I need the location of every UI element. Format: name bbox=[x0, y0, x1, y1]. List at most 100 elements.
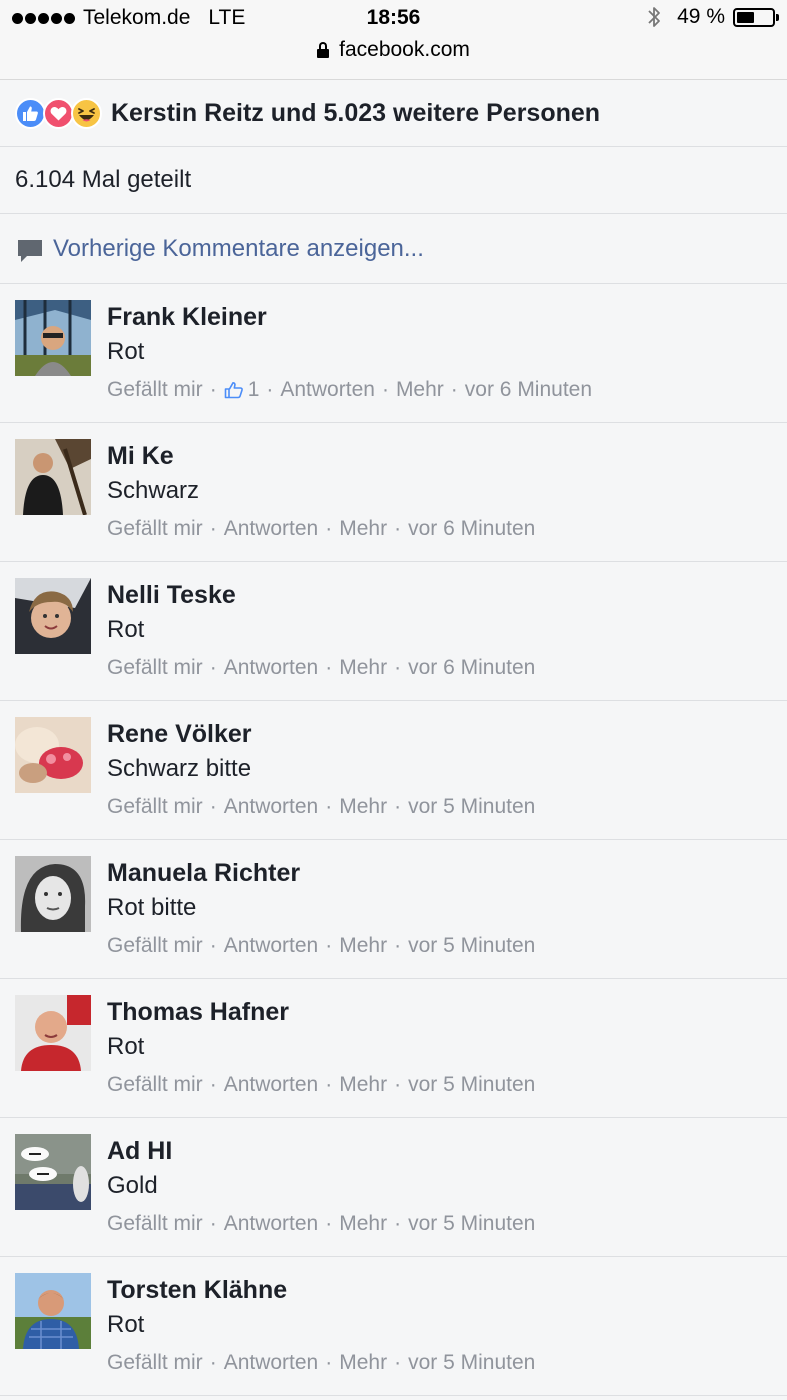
comment-text: Rot bbox=[107, 1033, 145, 1060]
comment-author[interactable]: Thomas Hafner bbox=[107, 998, 289, 1027]
comment-item: Frank Kleiner Rot Gefällt mir · 1 · Antworten ·… bbox=[0, 284, 787, 423]
comment-meta: Gefällt mir · Antworten · Mehr · vor 5 Minuten bbox=[107, 1351, 535, 1375]
like-icon bbox=[15, 97, 46, 129]
comment-timestamp[interactable]: vor 6 Minuten bbox=[408, 517, 535, 541]
address-bar[interactable]: facebook.com bbox=[0, 38, 787, 62]
like-comment-button[interactable]: Gefällt mir bbox=[107, 656, 203, 680]
comment-timestamp[interactable]: vor 5 Minuten bbox=[408, 1351, 535, 1375]
meta-separator: · bbox=[394, 1073, 402, 1096]
comment-meta: Gefällt mir · Antworten · Mehr · vor 5 Minuten bbox=[107, 1073, 535, 1097]
meta-separator: · bbox=[325, 1073, 333, 1096]
lock-icon bbox=[317, 42, 330, 58]
meta-separator: · bbox=[209, 795, 217, 818]
comment-text: Rot bbox=[107, 1311, 145, 1338]
avatar[interactable] bbox=[15, 300, 91, 376]
like-comment-button[interactable]: Gefällt mir bbox=[107, 517, 203, 541]
more-button[interactable]: Mehr bbox=[339, 517, 387, 541]
comment-text: Gold bbox=[107, 1172, 158, 1199]
avatar[interactable] bbox=[15, 856, 91, 932]
comment-meta: Gefällt mir · Antworten · Mehr · vor 5 Minuten bbox=[107, 934, 535, 958]
more-button[interactable]: Mehr bbox=[339, 1351, 387, 1375]
comment-author[interactable]: Rene Völker bbox=[107, 720, 252, 749]
comment-timestamp[interactable]: vor 6 Minuten bbox=[408, 656, 535, 680]
battery-fill bbox=[737, 11, 754, 23]
comment-author[interactable]: Mi Ke bbox=[107, 442, 174, 471]
avatar[interactable] bbox=[15, 1273, 91, 1349]
comment-author[interactable]: Nelli Teske bbox=[107, 581, 236, 610]
previous-comments-label: Vorherige Kommentare anzeigen... bbox=[53, 234, 424, 262]
comment-meta: Gefällt mir · Antworten · Mehr · vor 6 Minuten bbox=[107, 517, 535, 541]
comment-item: Mi Ke Schwarz Gefällt mir · Antworten · Mehr · v… bbox=[0, 423, 787, 562]
shares-count[interactable]: 6.104 Mal geteilt bbox=[0, 147, 787, 214]
meta-separator: · bbox=[209, 1351, 217, 1374]
more-button[interactable]: Mehr bbox=[339, 795, 387, 819]
status-right: 49 % bbox=[647, 5, 779, 29]
comment-like-count[interactable]: 1 bbox=[224, 378, 259, 402]
reply-button[interactable]: Antworten bbox=[224, 1212, 319, 1236]
comment-timestamp[interactable]: vor 5 Minuten bbox=[408, 934, 535, 958]
more-button[interactable]: Mehr bbox=[339, 656, 387, 680]
meta-separator: · bbox=[266, 378, 274, 401]
status-bar: Telekom.de LTE 18:56 49 % facebook.com bbox=[0, 0, 787, 80]
reply-button[interactable]: Antworten bbox=[224, 1351, 319, 1375]
comment-timestamp[interactable]: vor 5 Minuten bbox=[408, 795, 535, 819]
comment-text: Rot bitte bbox=[107, 894, 197, 921]
avatar[interactable] bbox=[15, 1134, 91, 1210]
reactions-text: Kerstin Reitz und 5.023 weitere Personen bbox=[111, 98, 601, 127]
comment-text: Rot bbox=[107, 338, 145, 365]
comment-item: Ad HI Gold Gefällt mir · Antworten · Mehr · vor … bbox=[0, 1118, 787, 1257]
avatar[interactable] bbox=[15, 717, 91, 793]
comment-item: Manuela Richter Rot bitte Gefällt mir · Antw… bbox=[0, 840, 787, 979]
comment-author[interactable]: Manuela Richter bbox=[107, 859, 300, 888]
meta-separator: · bbox=[394, 656, 402, 679]
url-text: facebook.com bbox=[339, 38, 470, 61]
comment-meta: Gefällt mir · Antworten · Mehr · vor 6 Minuten bbox=[107, 656, 535, 680]
reaction-icons bbox=[15, 97, 102, 129]
reply-button[interactable]: Antworten bbox=[224, 656, 319, 680]
more-button[interactable]: Mehr bbox=[339, 1073, 387, 1097]
reply-button[interactable]: Antworten bbox=[224, 934, 319, 958]
reply-button[interactable]: Antworten bbox=[224, 517, 319, 541]
reply-button[interactable]: Antworten bbox=[280, 378, 375, 402]
like-comment-button[interactable]: Gefällt mir bbox=[107, 795, 203, 819]
avatar[interactable] bbox=[15, 995, 91, 1071]
like-comment-button[interactable]: Gefällt mir bbox=[107, 378, 203, 402]
comment-timestamp[interactable]: vor 5 Minuten bbox=[408, 1073, 535, 1097]
more-button[interactable]: Mehr bbox=[339, 934, 387, 958]
comment-timestamp[interactable]: vor 5 Minuten bbox=[408, 1212, 535, 1236]
like-comment-button[interactable]: Gefällt mir bbox=[107, 1212, 203, 1236]
comment-item: Rene Völker Schwarz bitte Gefällt mir · Antw… bbox=[0, 701, 787, 840]
reply-button[interactable]: Antworten bbox=[224, 795, 319, 819]
meta-separator: · bbox=[325, 934, 333, 957]
like-comment-button[interactable]: Gefällt mir bbox=[107, 1073, 203, 1097]
comment-author[interactable]: Ad HI bbox=[107, 1137, 172, 1166]
like-comment-button[interactable]: Gefällt mir bbox=[107, 1351, 203, 1375]
comment-timestamp[interactable]: vor 6 Minuten bbox=[465, 378, 592, 402]
reactions-summary[interactable]: Kerstin Reitz und 5.023 weitere Personen bbox=[0, 80, 787, 147]
haha-icon bbox=[71, 97, 102, 129]
love-icon bbox=[43, 97, 74, 129]
avatar[interactable] bbox=[15, 439, 91, 515]
comment-item: Thomas Hafner Rot Gefällt mir · Antworten · Me… bbox=[0, 979, 787, 1118]
comment-meta: Gefällt mir · Antworten · Mehr · vor 5 Minuten bbox=[107, 795, 535, 819]
meta-separator: · bbox=[325, 1351, 333, 1374]
comment-item: Nelli Teske Rot Gefällt mir · Antworten · Mehr… bbox=[0, 562, 787, 701]
previous-comments-link[interactable]: Vorherige Kommentare anzeigen... bbox=[0, 214, 787, 284]
meta-separator: · bbox=[394, 934, 402, 957]
comment-author[interactable]: Torsten Klähne bbox=[107, 1276, 287, 1305]
meta-separator: · bbox=[325, 795, 333, 818]
comment-meta: Gefällt mir · 1 · Antworten · Mehr · vor 6 Minut… bbox=[107, 378, 592, 402]
meta-separator: · bbox=[209, 378, 217, 401]
more-button[interactable]: Mehr bbox=[396, 378, 444, 402]
comment-text: Schwarz bbox=[107, 477, 200, 504]
avatar[interactable] bbox=[15, 578, 91, 654]
meta-separator: · bbox=[209, 1073, 217, 1096]
bluetooth-icon bbox=[648, 7, 661, 27]
like-count-icon bbox=[224, 382, 243, 399]
reply-button[interactable]: Antworten bbox=[224, 1073, 319, 1097]
comment-author[interactable]: Frank Kleiner bbox=[107, 303, 267, 332]
like-comment-button[interactable]: Gefällt mir bbox=[107, 934, 203, 958]
meta-separator: · bbox=[325, 656, 333, 679]
meta-separator: · bbox=[209, 517, 217, 540]
more-button[interactable]: Mehr bbox=[339, 1212, 387, 1236]
